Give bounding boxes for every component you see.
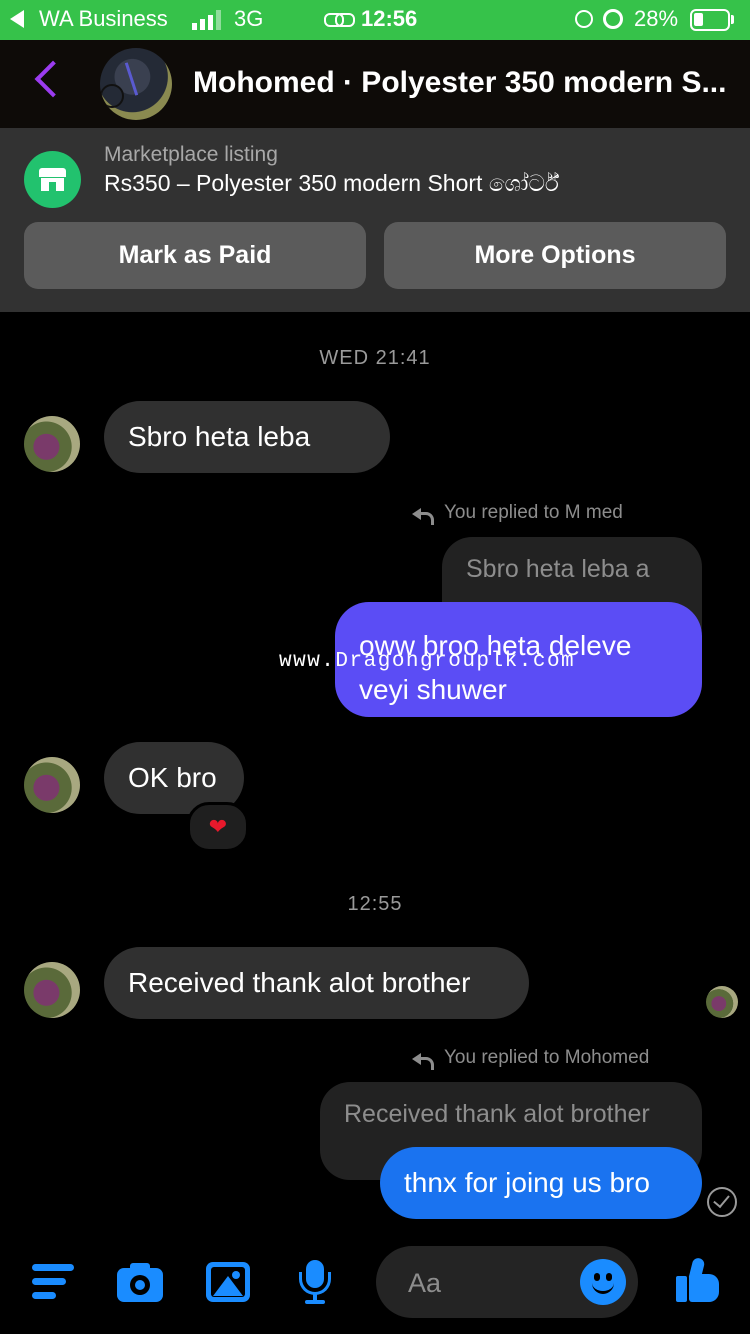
reply-arrow-icon [412,504,434,525]
back-arrow-icon[interactable] [10,10,24,28]
mark-as-paid-button[interactable]: Mark as Paid [24,222,366,289]
sent-check-icon [707,1187,737,1217]
product-avatar[interactable] [100,48,172,120]
listing-title[interactable]: Rs350 – Polyester 350 modern Short ශෝර්ට… [104,170,559,197]
timestamp: WED 21:41 [319,347,431,369]
storefront-icon [24,151,81,208]
avatar[interactable] [24,962,80,1018]
image-icon[interactable] [206,1260,250,1304]
avatar[interactable] [24,416,80,472]
more-options-button[interactable]: More Options [384,222,726,289]
watermark-text: www.Dragongrouplk.com [279,650,576,673]
emoji-icon[interactable] [580,1259,626,1305]
message-line: veyi shuwer [359,674,507,705]
network-type: 3G [234,6,264,31]
battery-icon [690,9,730,31]
alarm-icon [603,9,623,29]
chat-title[interactable]: Mohomed · Polyester 350 modern S... [193,66,745,100]
menu-icon[interactable] [32,1260,76,1304]
read-receipt-avatar [706,986,738,1018]
battery-tip [731,15,734,24]
back-app-label[interactable]: WA Business [39,6,168,32]
signal-icon [192,10,224,30]
link-icon [324,12,355,28]
thumbs-up-icon[interactable] [676,1256,720,1302]
incoming-message[interactable]: Sbro heta leba [104,401,390,473]
heart-reaction-icon[interactable]: ❤ [187,802,249,852]
incoming-message[interactable]: Received thank alot brother [104,947,529,1019]
message-input[interactable] [406,1260,570,1306]
reply-arrow-icon [412,1049,434,1070]
rotation-lock-icon [575,10,593,28]
reply-context-label: You replied to M med [444,502,623,523]
listing-label: Marketplace listing [104,143,278,166]
microphone-icon[interactable] [294,1260,338,1304]
status-time: 12:56 [361,6,418,31]
reply-context-label: You replied to Mohomed [444,1047,650,1068]
outgoing-message[interactable]: thnx for joing us bro [380,1147,702,1219]
camera-icon[interactable] [117,1260,163,1304]
avatar[interactable] [24,757,80,813]
timestamp: 12:55 [347,893,403,915]
battery-percent: 28% [634,6,679,31]
